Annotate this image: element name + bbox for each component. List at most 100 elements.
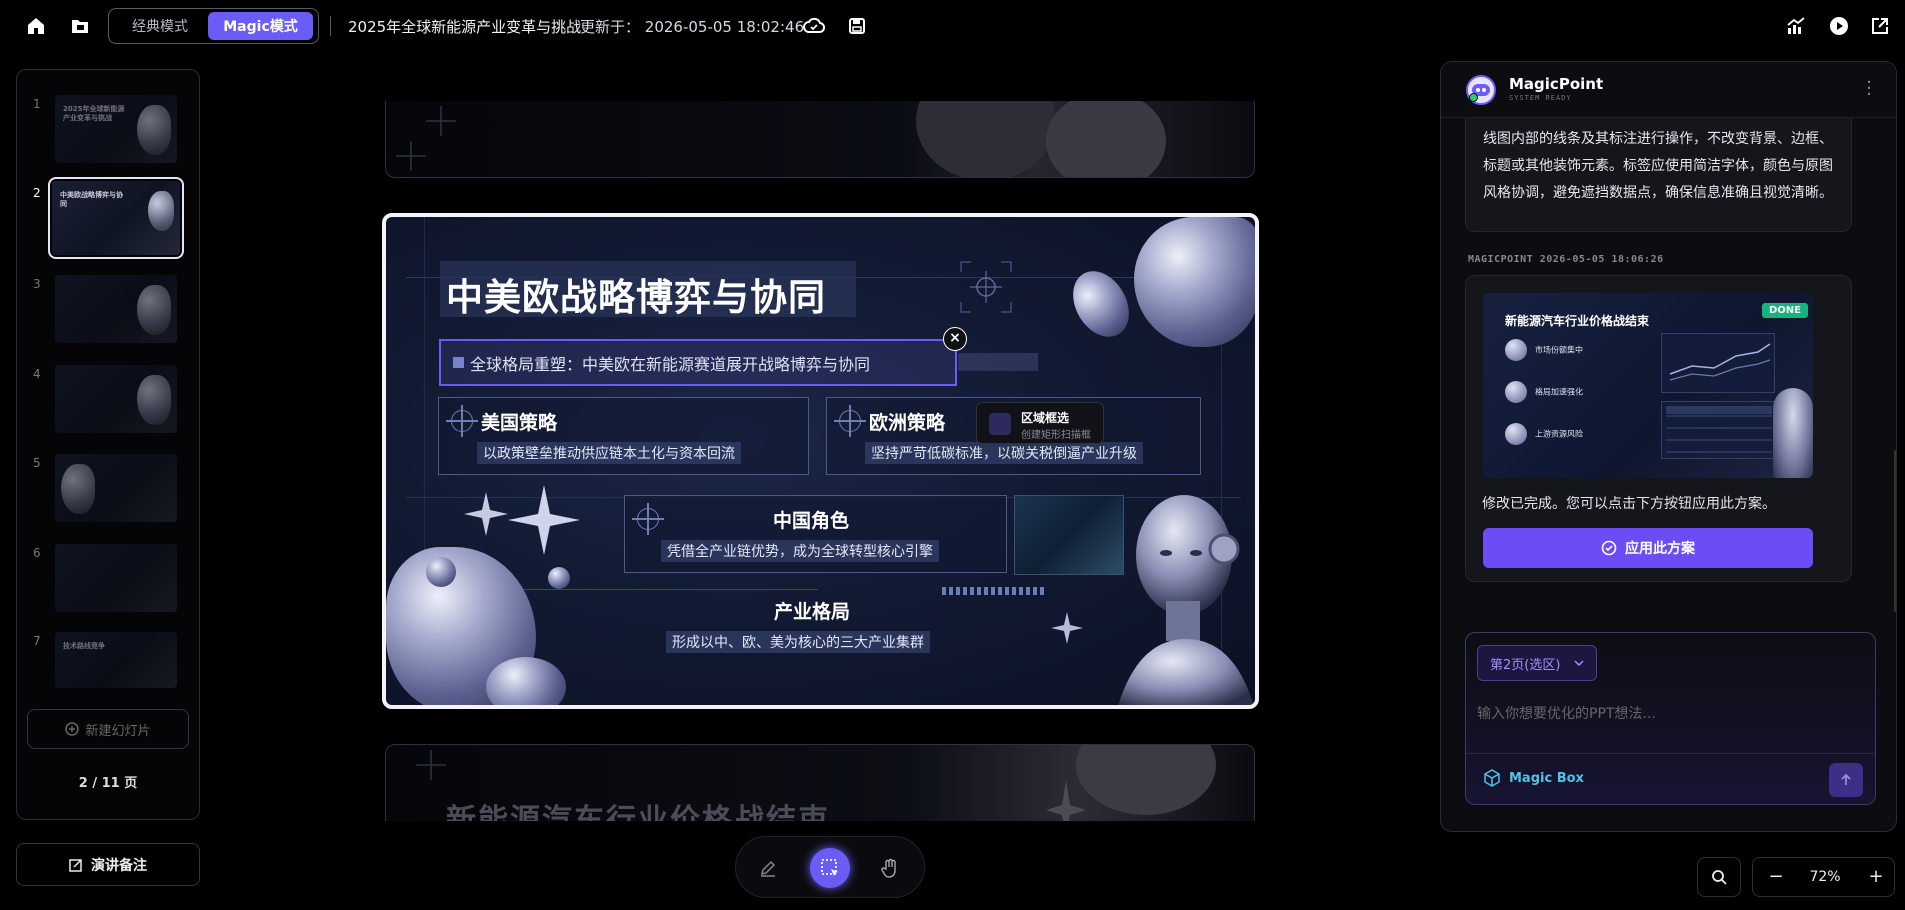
thumbnail-6[interactable]: 6 <box>17 544 201 616</box>
last-updated: 更新于： 2026-05-05 18:02:46 <box>580 16 804 37</box>
ai-status: SYSTEM READY <box>1509 94 1572 102</box>
thumbnail-5[interactable]: 5 <box>17 454 201 526</box>
slide-title[interactable]: 中美欧战略博弈与协同 <box>446 267 826 321</box>
thumbnail-title: 技术路线竞争 <box>63 642 105 650</box>
thumbnail-7[interactable]: 7 技术路线竞争 <box>17 632 201 704</box>
preview-item: 格局加速强化 <box>1505 381 1583 403</box>
zoom-search-button[interactable] <box>1697 857 1741 897</box>
ai-input-card: 第2页(选区) Magic Box <box>1465 632 1876 805</box>
card-heading: 欧洲策略 <box>869 412 946 434</box>
ai-prompt-input[interactable] <box>1477 689 1862 739</box>
crosshair-icon <box>446 405 478 437</box>
divider <box>1466 753 1875 754</box>
folder-icon[interactable] <box>68 14 92 38</box>
ai-assistant-panel: MagicPoint SYSTEM READY · · · 线图内部的线条及其标注进… <box>1440 61 1897 832</box>
pan-tool-button[interactable] <box>870 848 910 888</box>
thumbnail-2[interactable]: 2 中美欧战略博弈与协同 <box>17 177 201 259</box>
play-icon[interactable] <box>1827 14 1851 38</box>
robot-figure <box>1118 495 1254 705</box>
analytics-icon[interactable] <box>1784 14 1808 38</box>
thumbnail-image[interactable]: 2025年全球新能源产业变革与挑战 <box>55 95 177 163</box>
thumbnail-number: 6 <box>33 546 41 560</box>
selected-region[interactable]: 全球格局重塑：中美欧在新能源赛道展开战略博弈与协同 <box>439 339 957 386</box>
ai-name: MagicPoint <box>1509 75 1604 93</box>
chrome-blob-decoration <box>426 557 456 587</box>
pen-tool-button[interactable] <box>748 848 788 888</box>
thumbnail-image[interactable] <box>55 365 177 433</box>
region-select-icon <box>821 859 838 876</box>
thumbnail-image[interactable] <box>55 454 177 522</box>
current-slide[interactable]: 中美欧战略博弈与协同 全球格局重塑：中美欧在新能源赛道展开战略博弈与协同 × 美… <box>382 213 1259 709</box>
chat-scrollbar[interactable] <box>1894 450 1896 612</box>
preview-title: 新能源汽车行业价格战结束 <box>1505 314 1650 328</box>
thumbnail-1[interactable]: 1 2025年全球新能源产业变革与挑战 <box>17 95 201 167</box>
zoom-control: − 72% + <box>1752 857 1895 897</box>
thumbnail-image[interactable]: 技术路线竞争 <box>55 632 177 688</box>
ai-header: MagicPoint SYSTEM READY · · · <box>1441 62 1896 118</box>
edit-note-icon <box>69 858 82 872</box>
thumbnail-3[interactable]: 3 <box>17 275 201 347</box>
send-button[interactable] <box>1829 763 1863 797</box>
thumbnail-image[interactable] <box>55 544 177 612</box>
thumbnail-number: 7 <box>33 634 41 648</box>
more-options-icon[interactable]: · · · <box>1861 74 1877 104</box>
industry-heading[interactable]: 产业格局 <box>774 597 850 624</box>
region-select-icon <box>989 413 1011 435</box>
top-bar: 经典模式 Magic模式 2025年全球新能源产业变革与挑战 更新于： 2026… <box>0 0 1905 52</box>
ai-result-message: 新能源汽车行业价格战结束 DONE 市场份额集中 格局加速强化 上游资源风险 修… <box>1465 275 1852 582</box>
card-heading: 美国策略 <box>481 412 558 434</box>
slide-subtitle[interactable]: 全球格局重塑：中美欧在新能源赛道展开战略博弈与协同 <box>470 351 870 375</box>
preview-item: 上游资源风险 <box>1505 423 1583 445</box>
previous-slide-preview[interactable] <box>385 101 1255 178</box>
cube-icon <box>1484 769 1500 787</box>
document-title: 2025年全球新能源产业变革与挑战 <box>348 18 582 36</box>
chrome-blob-decoration <box>1134 217 1255 347</box>
thumbnail-number: 2 <box>33 186 41 200</box>
chrome-blob-decoration <box>1061 261 1141 347</box>
industry-text[interactable]: 形成以中、欧、美为核心的三大产业集群 <box>666 631 930 653</box>
slide-decoration <box>396 101 1166 177</box>
magic-box-label: Magic Box <box>1509 770 1584 786</box>
divider <box>330 16 331 36</box>
us-strategy-card[interactable]: 美国策略 以政策壁垒推动供应链本土化与资本回流 <box>438 397 809 475</box>
thumbnail-4[interactable]: 4 <box>17 365 201 437</box>
thumbnail-title: 中美欧战略博弈与协同 <box>60 191 123 208</box>
region-select-tool-button[interactable] <box>810 848 850 888</box>
page-scope-label: 第2页(选区) <box>1490 657 1561 673</box>
apply-solution-button[interactable]: 应用此方案 <box>1483 528 1813 568</box>
tool-dock <box>735 836 925 898</box>
tooltip-title: 区域框选 <box>1021 411 1070 425</box>
thumbnail-image-active[interactable]: 中美欧战略博弈与协同 <box>48 177 184 259</box>
check-circle-icon <box>1601 540 1617 556</box>
speaker-notes-button[interactable]: 演讲备注 <box>16 843 200 886</box>
zoom-out-button[interactable]: − <box>1763 864 1789 890</box>
magic-mode-button[interactable]: Magic模式 <box>208 12 313 40</box>
share-icon[interactable] <box>1868 14 1892 38</box>
thumbnail-image[interactable] <box>55 275 177 343</box>
ai-message-text: 线图内部的线条及其标注进行操作，不改变背景、边框、标题或其他装饰元素。标签应使用… <box>1483 131 1833 201</box>
thumbnail-number: 5 <box>33 456 41 470</box>
crosshair-icon <box>632 503 664 535</box>
save-icon[interactable] <box>845 14 869 38</box>
thumbnail-title: 2025年全球新能源产业变革与挑战 <box>63 105 125 122</box>
card-text: 凭借全产业链优势，成为全球转型核心引擎 <box>661 540 939 562</box>
result-preview-image[interactable]: 新能源汽车行业价格战结束 DONE 市场份额集中 格局加速强化 上游资源风险 <box>1483 293 1813 478</box>
crosshair-icon <box>834 405 866 437</box>
region-select-tooltip: 区域框选 创建矩形扫描框 <box>976 402 1104 444</box>
cloud-sync-icon[interactable] <box>802 14 826 38</box>
thumbnail-number: 1 <box>33 97 41 111</box>
close-selection-button[interactable]: × <box>943 327 967 351</box>
page-scope-select[interactable]: 第2页(选区) <box>1477 645 1597 681</box>
apply-solution-label: 应用此方案 <box>1625 541 1695 557</box>
preview-table <box>1661 401 1775 459</box>
magic-box-button[interactable]: Magic Box <box>1483 769 1584 787</box>
next-slide-title: 新能源汽车行业价格战结束 <box>446 803 830 821</box>
next-slide-preview[interactable]: 新能源汽车行业价格战结束 <box>385 744 1255 821</box>
new-slide-button[interactable]: 新建幻灯片 <box>27 709 189 749</box>
zoom-in-button[interactable]: + <box>1863 864 1889 890</box>
chrome-blob-decoration <box>486 657 566 705</box>
thumbnail-number: 3 <box>33 277 41 291</box>
china-role-card[interactable]: 中国角色 凭借全产业链优势，成为全球转型核心引擎 <box>624 495 1007 573</box>
classic-mode-button[interactable]: 经典模式 <box>112 12 208 40</box>
home-icon[interactable] <box>24 14 48 38</box>
